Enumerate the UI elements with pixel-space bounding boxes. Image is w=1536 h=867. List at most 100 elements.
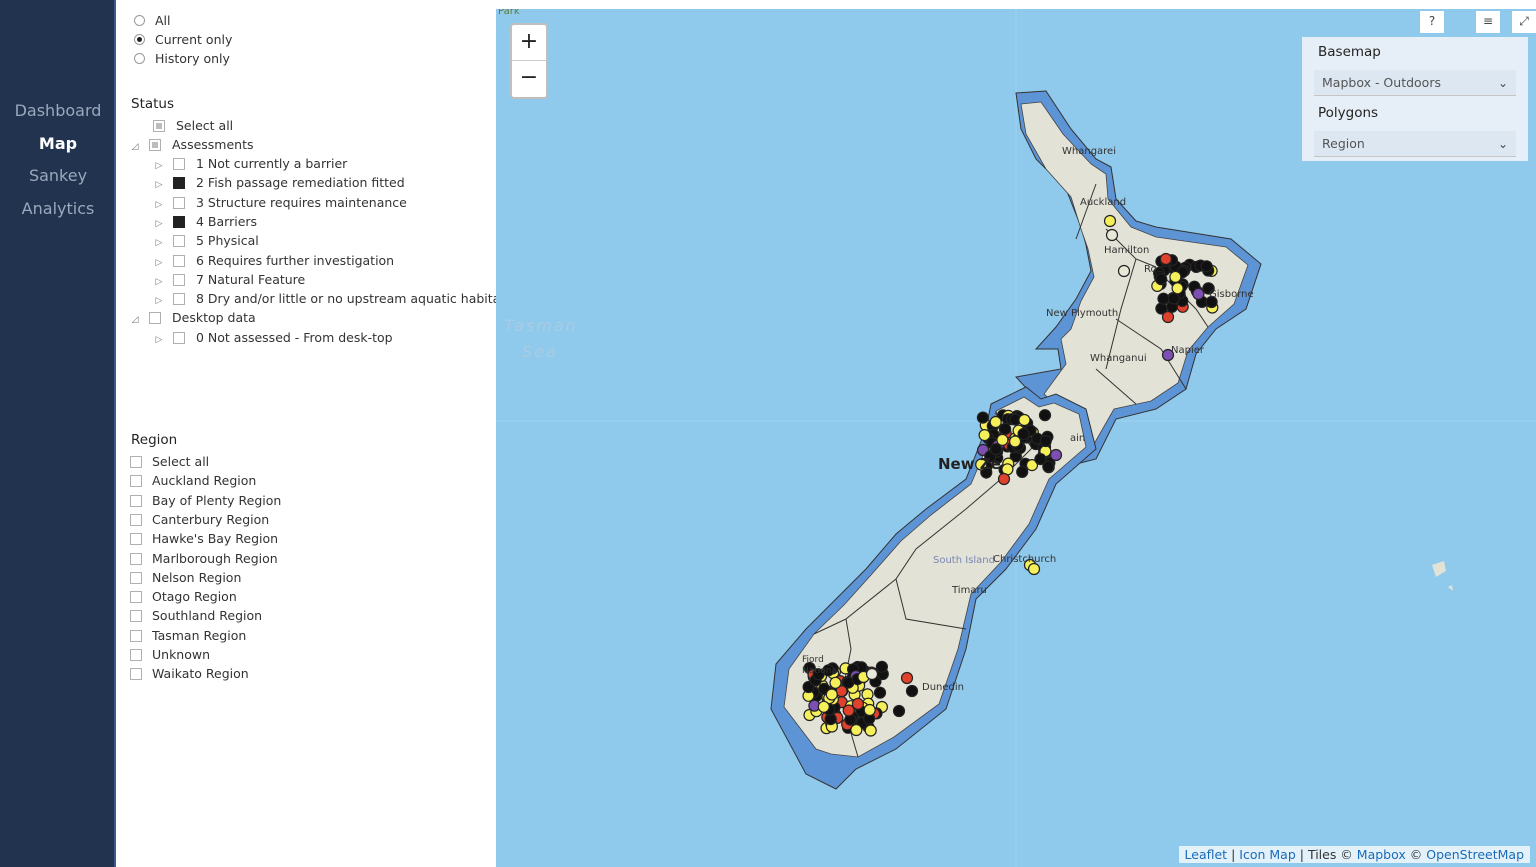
region-item[interactable]: Auckland Region	[130, 472, 256, 490]
checkbox[interactable]	[149, 139, 161, 151]
status-item[interactable]: ▷ 6 Requires further investigation	[154, 252, 395, 270]
polygons-select[interactable]: Region ⌄	[1314, 131, 1516, 157]
status-select-all[interactable]: Select all	[153, 117, 233, 135]
map-marker[interactable]	[875, 660, 888, 673]
map-marker[interactable]	[1200, 260, 1213, 273]
map-marker[interactable]	[999, 422, 1012, 435]
checkbox[interactable]	[173, 255, 185, 267]
expand-caret-icon[interactable]: ▷	[154, 234, 164, 252]
map-marker[interactable]	[1159, 252, 1173, 266]
map-marker[interactable]	[873, 686, 887, 699]
status-item[interactable]: ▷ 0 Not assessed - From desk-top	[154, 329, 393, 347]
checkbox[interactable]	[153, 120, 165, 132]
expand-caret-icon[interactable]: ▷	[154, 215, 164, 233]
checkbox[interactable]	[130, 456, 142, 468]
region-item[interactable]: Hawke's Bay Region	[130, 530, 278, 548]
map-marker[interactable]	[1027, 562, 1041, 576]
checkbox[interactable]	[130, 668, 142, 681]
map-marker[interactable]	[863, 703, 876, 717]
status-item[interactable]: ▷ 7 Natural Feature	[154, 271, 306, 291]
nav-sankey[interactable]: Sankey	[0, 166, 116, 185]
map-marker[interactable]	[1155, 273, 1168, 286]
focus-mode-icon[interactable]: ⤢	[1512, 11, 1536, 33]
status-group-assessments[interactable]: ◿ Assessments	[130, 136, 254, 154]
region-item[interactable]: Bay of Plenty Region	[130, 492, 281, 510]
checkbox[interactable]	[130, 494, 142, 507]
status-item[interactable]: ▷ 8 Dry and/or little or no upstream aqua…	[154, 290, 506, 308]
checkbox[interactable]	[130, 591, 142, 604]
expand-caret-icon[interactable]: ▷	[154, 273, 164, 291]
map-marker[interactable]	[1169, 270, 1182, 283]
map-marker[interactable]	[989, 415, 1002, 429]
checkbox[interactable]	[173, 274, 185, 286]
map-marker[interactable]	[997, 472, 1011, 486]
map-marker[interactable]	[1016, 465, 1029, 478]
status-item[interactable]: ▷ 5 Physical	[154, 232, 259, 250]
checkbox[interactable]	[149, 312, 161, 324]
checkbox[interactable]	[173, 216, 185, 228]
checkbox[interactable]	[173, 293, 185, 305]
iconmap-link[interactable]: Icon Map	[1239, 847, 1295, 862]
expand-caret-icon[interactable]: ▷	[154, 157, 164, 175]
map-marker[interactable]	[1157, 292, 1170, 305]
map-view[interactable]: Tasman Sea New Ze Park Whangarei Aucklan…	[496, 9, 1536, 867]
map-marker[interactable]	[829, 676, 842, 689]
status-item[interactable]: ▷ 1 Not currently a barrier	[154, 155, 348, 175]
map-marker[interactable]	[1161, 310, 1175, 324]
radio-all[interactable]: All	[134, 12, 171, 30]
map-marker[interactable]	[842, 704, 855, 717]
map-marker[interactable]	[850, 723, 863, 737]
checkbox[interactable]	[130, 552, 142, 565]
map-marker[interactable]	[1018, 413, 1031, 427]
region-item[interactable]: Tasman Region	[130, 627, 246, 645]
map-marker[interactable]	[1105, 228, 1119, 242]
status-item[interactable]: ▷ 3 Structure requires maintenance	[154, 194, 407, 212]
expand-caret-icon[interactable]: ▷	[154, 176, 164, 194]
checkbox[interactable]	[130, 475, 142, 488]
radio-circle[interactable]	[134, 15, 145, 26]
checkbox[interactable]	[130, 629, 142, 642]
expand-caret-icon[interactable]: ▷	[154, 331, 164, 349]
status-item[interactable]: ▷ 2 Fish passage remediation fitted	[154, 174, 405, 192]
status-item[interactable]: ▷ 4 Barriers	[154, 213, 258, 233]
map-marker[interactable]	[1103, 214, 1117, 228]
filter-icon[interactable]: ≡	[1476, 11, 1500, 33]
nav-analytics[interactable]: Analytics	[0, 199, 116, 218]
map-marker[interactable]	[996, 433, 1009, 446]
help-icon[interactable]: ?	[1420, 11, 1444, 33]
checkbox[interactable]	[173, 235, 185, 247]
checkbox[interactable]	[130, 610, 142, 623]
zoom-out-button[interactable]: −	[512, 61, 546, 97]
checkbox[interactable]	[173, 158, 185, 170]
expand-caret-icon[interactable]: ▷	[154, 196, 164, 214]
checkbox[interactable]	[130, 513, 142, 526]
leaflet-link[interactable]: Leaflet	[1185, 847, 1228, 862]
checkbox[interactable]	[130, 649, 142, 661]
region-item[interactable]: Marlborough Region	[130, 550, 278, 568]
map-marker[interactable]	[825, 688, 838, 701]
region-item[interactable]: Waikato Region	[130, 665, 249, 683]
radio-circle[interactable]	[134, 53, 145, 64]
region-select-all[interactable]: Select all	[130, 453, 209, 471]
radio-current-only[interactable]: Current only	[134, 31, 232, 49]
map-marker[interactable]	[1192, 287, 1205, 300]
region-item[interactable]: Nelson Region	[130, 569, 241, 587]
osm-link[interactable]: OpenStreetMap	[1426, 847, 1524, 862]
map-marker[interactable]	[1034, 453, 1047, 466]
checkbox[interactable]	[173, 197, 185, 209]
map-marker[interactable]	[1039, 434, 1052, 448]
map-marker[interactable]	[905, 684, 919, 698]
region-item[interactable]: Unknown	[130, 646, 210, 664]
checkbox[interactable]	[173, 177, 185, 189]
region-item[interactable]: Southland Region	[130, 607, 262, 625]
map-marker[interactable]	[892, 704, 906, 718]
checkbox[interactable]	[130, 571, 142, 584]
nav-map[interactable]: Map	[0, 134, 116, 153]
region-item[interactable]: Otago Region	[130, 588, 237, 606]
map-marker[interactable]	[1049, 448, 1063, 462]
map-marker[interactable]	[865, 667, 879, 681]
map-marker[interactable]	[1038, 409, 1052, 422]
zoom-in-button[interactable]: +	[512, 25, 546, 61]
checkbox[interactable]	[130, 533, 142, 546]
checkbox[interactable]	[173, 332, 185, 344]
